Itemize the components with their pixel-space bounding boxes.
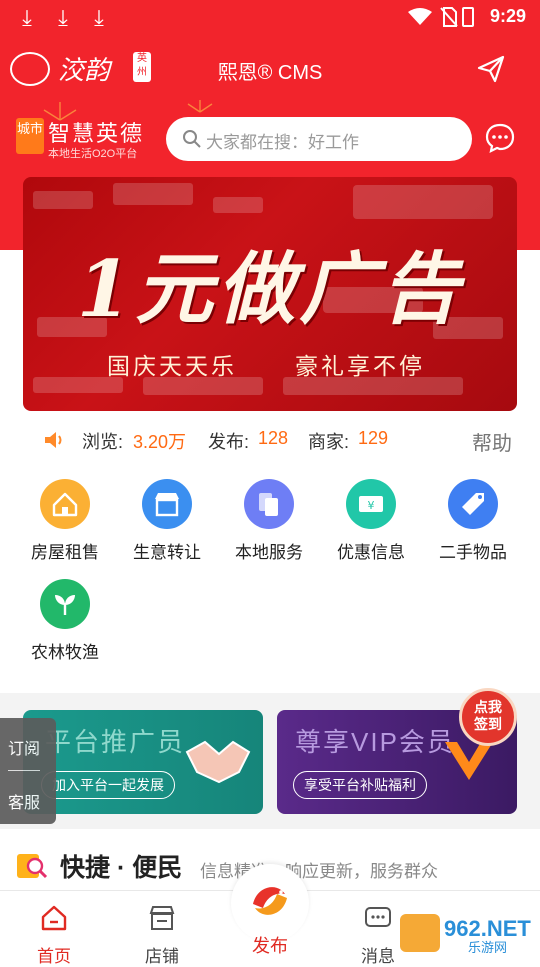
svg-text:962.NET: 962.NET xyxy=(444,916,531,941)
send-icon[interactable] xyxy=(476,54,506,84)
no-sim-icon xyxy=(440,7,458,27)
status-bar: ⤓ ⤓ ⤓ 9:29 xyxy=(0,0,540,36)
watermark-logo: 962.NET 乐游网 xyxy=(400,914,531,956)
koi-fish-icon xyxy=(253,887,287,915)
shop-icon xyxy=(149,906,175,930)
subscribe-button[interactable]: 订阅 xyxy=(0,735,48,759)
side-divider xyxy=(8,770,40,771)
side-tab: 订阅 客服 xyxy=(0,718,56,824)
category-agriculture[interactable]: 农林牧渔 xyxy=(15,579,115,663)
category-label: 生意转让 xyxy=(133,543,201,562)
service-button[interactable]: 客服 xyxy=(0,789,48,813)
app-title: 熙恩® CMS xyxy=(217,62,323,84)
home-icon xyxy=(41,905,67,931)
category-label: 本地服务 xyxy=(235,543,303,562)
posts-label: 发布: xyxy=(208,432,250,452)
city-subtitle: 本地生活O2O平台 xyxy=(48,148,138,160)
store-icon xyxy=(142,479,192,529)
quick-search-icon xyxy=(17,854,48,879)
views-label: 浏览: xyxy=(82,432,124,452)
promoter-button[interactable]: 加入平台一起发展 xyxy=(41,771,175,799)
category-local-service[interactable]: 本地服务 xyxy=(219,479,319,563)
merchants-value: 129 xyxy=(358,428,389,448)
views-value: 3.20万 xyxy=(133,432,187,452)
message-icon xyxy=(365,907,391,927)
promo-banner[interactable]: 1元做广告 国庆天天乐 豪礼享不停 xyxy=(23,177,517,411)
svg-text:乐游网: 乐游网 xyxy=(468,941,507,956)
merchants-label: 商家: xyxy=(308,432,350,452)
coupon-icon: ¥ xyxy=(346,479,396,529)
category-label: 优惠信息 xyxy=(337,543,405,562)
posts-value: 128 xyxy=(258,428,289,448)
svg-text:¥: ¥ xyxy=(368,499,375,512)
category-house[interactable]: 房屋租售 xyxy=(15,479,115,563)
search-icon xyxy=(183,130,201,148)
category-label: 二手物品 xyxy=(439,543,507,562)
tag-icon xyxy=(448,479,498,529)
handshake-icon xyxy=(185,740,251,784)
copy-icon xyxy=(244,479,294,529)
house-icon xyxy=(40,479,90,529)
category-label: 房屋租售 xyxy=(31,543,99,562)
category-deals[interactable]: ¥ 优惠信息 xyxy=(321,479,421,563)
chat-icon[interactable] xyxy=(484,122,516,154)
battery-icon xyxy=(462,7,474,27)
banner-left-text: 国庆天天乐 xyxy=(107,353,237,379)
download-icon: ⤓ xyxy=(94,5,104,30)
category-label: 农林牧渔 xyxy=(31,643,99,662)
quick-title: 快捷 · 便民 xyxy=(60,854,183,882)
search-placeholder: 大家都在搜：好工作 xyxy=(206,133,359,152)
vip-title: 尊享VIP会员 xyxy=(295,727,455,757)
stats-bar: 浏览: 3.20万 发布: 128 商家: 129 帮助 xyxy=(0,418,540,462)
search-bar[interactable]: 大家都在搜：好工作 xyxy=(166,117,472,161)
sprout-icon xyxy=(40,579,90,629)
checkin-line1: 点我 xyxy=(474,699,502,715)
download-icon: ⤓ xyxy=(58,5,68,30)
city-logo: 城市 xyxy=(16,118,44,154)
category-business[interactable]: 生意转让 xyxy=(117,479,217,563)
tab-publish[interactable] xyxy=(231,864,309,942)
banner-title: 1元做广告 xyxy=(76,244,464,335)
checkin-button[interactable]: 点我 签到 xyxy=(459,688,517,746)
help-link[interactable]: 帮助 xyxy=(472,427,512,456)
vip-button[interactable]: 享受平台补贴福利 xyxy=(293,771,427,799)
city-name: 智慧英德 xyxy=(48,121,145,146)
status-time: 9:29 xyxy=(489,6,526,26)
promoter-card[interactable]: 平台推广员 加入平台一起发展 xyxy=(23,710,263,814)
category-secondhand[interactable]: 二手物品 xyxy=(423,479,523,563)
wifi-icon xyxy=(408,8,432,25)
speaker-icon xyxy=(45,432,62,448)
checkin-line2: 签到 xyxy=(474,716,502,732)
banner-right-text: 豪礼享不停 xyxy=(295,353,425,379)
promoter-title: 平台推广员 xyxy=(45,727,186,757)
download-icon: ⤓ xyxy=(22,5,32,30)
